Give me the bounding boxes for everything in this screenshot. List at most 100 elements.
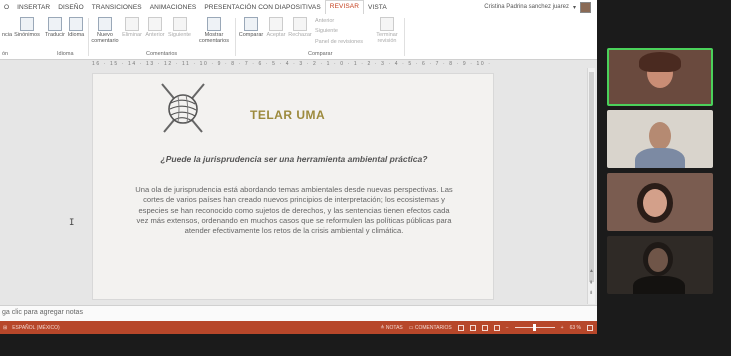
notes-toggle[interactable]: ≜ NOTAS <box>380 325 402 331</box>
aceptar-button[interactable]: Aceptar <box>265 17 287 38</box>
zoom-in-icon[interactable]: + <box>561 325 564 331</box>
tab-transiciones[interactable]: TRANSICIONES <box>88 4 146 11</box>
chevron-up-icon[interactable]: ▲ <box>589 268 594 274</box>
aceptar-label: Aceptar <box>266 32 286 38</box>
nuevo-comentario-button[interactable]: Nuevo comentario <box>90 17 120 44</box>
translate-icon <box>48 17 62 31</box>
zoom-slider-thumb[interactable] <box>532 324 536 331</box>
group-label-comparar: Comparar <box>308 51 333 57</box>
tab-animaciones[interactable]: ANIMACIONES <box>146 4 201 11</box>
reading-view-icon[interactable] <box>481 324 488 331</box>
cia-label: ncia <box>1 32 13 38</box>
participant-face <box>643 189 667 217</box>
siguiente-revision[interactable]: Siguiente <box>315 28 338 34</box>
spellcheck-icon[interactable]: ⊞ <box>3 325 7 331</box>
vertical-scrollbar[interactable]: ▲ ⇞ ⇟ <box>587 68 595 304</box>
double-chevron-down-icon[interactable]: ⇟ <box>589 290 593 296</box>
participant-hair <box>639 52 681 72</box>
slide-title: TELAR UMA <box>250 108 326 122</box>
ribbon-divider <box>88 18 89 56</box>
zoom-out-icon[interactable]: − <box>506 325 509 331</box>
eliminar-button[interactable]: Eliminar <box>121 17 143 38</box>
comparar-label: Comparar <box>238 32 264 38</box>
normal-view-icon[interactable] <box>457 324 464 331</box>
terminar-revision-label: Terminar revisión <box>376 32 398 44</box>
group-label-comentarios: Comentarios <box>146 51 178 57</box>
siguiente-button[interactable]: Siguiente <box>167 17 192 38</box>
anterior-label: Anterior <box>145 32 165 38</box>
mostrar-comentarios-button[interactable]: Mostrar comentarios <box>195 17 233 44</box>
accept-icon <box>269 17 283 31</box>
tab-presentacion[interactable]: PRESENTACIÓN CON DIAPOSITIVAS <box>200 4 324 11</box>
participant-shirt <box>633 276 685 294</box>
ribbon: ncia Sinónimos Traducir Idioma ón Idioma… <box>0 14 597 60</box>
notes-toggle-label: NOTAS <box>385 324 403 331</box>
terminar-revision-button[interactable]: Terminar revisión <box>372 17 402 44</box>
notes-pane[interactable]: ga clic para agregar notas <box>0 305 597 321</box>
horizontal-ruler: 16 · 15 · 14 · 13 · 12 · 11 · 10 · 9 · 8… <box>92 61 494 67</box>
slideshow-icon[interactable] <box>493 324 500 331</box>
idioma-label: Idioma <box>67 32 85 38</box>
rechazar-label: Rechazar <box>288 32 312 38</box>
siguiente-label: Siguiente <box>168 32 191 38</box>
tab-o[interactable]: O <box>0 4 13 11</box>
idioma-button[interactable]: Idioma <box>66 17 86 38</box>
nuevo-comentario-label: Nuevo comentario <box>91 32 119 44</box>
language-status[interactable]: ESPAÑOL (MÉXICO) <box>12 325 60 331</box>
chevron-down-icon: ▾ <box>572 4 576 11</box>
comments-toggle-label: COMENTARIOS <box>414 324 452 331</box>
group-label-idioma: Idioma <box>57 51 74 57</box>
yarn-ball-icon <box>161 83 205 133</box>
participant-video-3[interactable] <box>607 173 713 231</box>
new-comment-icon <box>98 17 112 31</box>
fit-slide-icon[interactable] <box>587 324 593 331</box>
traducir-label: Traducir <box>45 32 65 38</box>
double-chevron-up-icon[interactable]: ⇞ <box>589 280 593 286</box>
end-review-icon <box>380 17 394 31</box>
slide-question: ¿Puede la jurisprudencia ser una herrami… <box>160 154 428 164</box>
eliminar-label: Eliminar <box>122 32 142 38</box>
participant-face <box>649 122 671 150</box>
participant-video-2[interactable] <box>607 110 713 168</box>
participant-shirt <box>635 148 685 168</box>
panel-revisiones[interactable]: Panel de revisiones <box>315 39 363 45</box>
thesaurus-icon <box>20 17 34 31</box>
scrollbar-thumb[interactable] <box>589 72 594 282</box>
participant-video-4[interactable] <box>607 236 713 294</box>
cia-button[interactable]: ncia <box>0 17 14 38</box>
book-icon <box>0 17 14 31</box>
mostrar-comentarios-label: Mostrar comentarios <box>199 32 229 44</box>
tab-insertar[interactable]: INSERTAR <box>13 4 54 11</box>
participant-video-1[interactable] <box>607 48 713 106</box>
slide-canvas[interactable]: TELAR UMA ¿Puede la jurisprudencia ser u… <box>92 73 494 300</box>
powerpoint-window: O INSERTAR DISEÑO TRANSICIONES ANIMACION… <box>0 0 597 334</box>
avatar <box>580 1 591 13</box>
participant-face <box>648 248 668 272</box>
tab-revisar[interactable]: REVISAR <box>324 0 365 14</box>
user-account[interactable]: Cristina Padrina sanchez juarez ▾ <box>484 0 591 14</box>
video-gallery <box>597 0 731 356</box>
zoom-level[interactable]: 63 % <box>570 325 581 331</box>
previous-comment-icon <box>148 17 162 31</box>
rechazar-button[interactable]: Rechazar <box>288 17 312 38</box>
zoom-slider[interactable] <box>514 324 555 331</box>
user-name: Cristina Padrina sanchez juarez <box>484 4 569 10</box>
ribbon-divider <box>404 18 405 56</box>
ribbon-tabs: O INSERTAR DISEÑO TRANSICIONES ANIMACION… <box>0 0 597 14</box>
traducir-button[interactable]: Traducir <box>44 17 66 38</box>
compare-icon <box>244 17 258 31</box>
anterior-button[interactable]: Anterior <box>144 17 166 38</box>
tab-diseno[interactable]: DISEÑO <box>54 4 88 11</box>
comments-toggle[interactable]: ▭ COMENTARIOS <box>409 325 452 331</box>
sinonimos-label: Sinónimos <box>14 32 40 38</box>
status-bar: ⊞ ESPAÑOL (MÉXICO) ≜ NOTAS ▭ COMENTARIOS… <box>0 321 597 334</box>
anterior-revision[interactable]: Anterior <box>315 18 334 24</box>
tab-vista[interactable]: VISTA <box>364 4 391 11</box>
slide-sorter-icon[interactable] <box>469 324 476 331</box>
slide-body: Una ola de jurisprudencia está abordando… <box>135 185 453 236</box>
text-cursor-icon: I <box>69 218 75 228</box>
comparar-button[interactable]: Comparar <box>237 17 265 38</box>
show-comments-icon <box>207 17 221 31</box>
sinonimos-button[interactable]: Sinónimos <box>13 17 41 38</box>
reject-icon <box>293 17 307 31</box>
